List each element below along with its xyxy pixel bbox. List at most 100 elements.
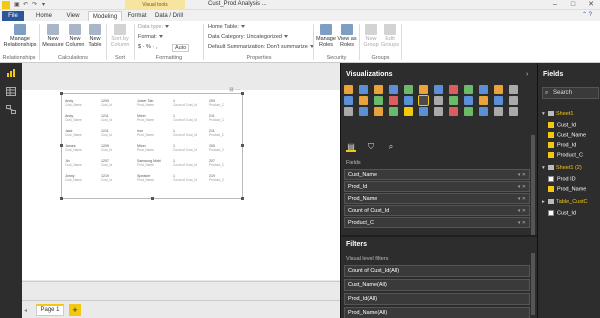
field-checkbox[interactable]: [548, 142, 554, 148]
field-checkbox[interactable]: [548, 132, 554, 138]
save-icon[interactable]: ▣: [14, 1, 20, 8]
visual-type-icon[interactable]: [509, 107, 518, 116]
visual-type-icon[interactable]: [509, 85, 518, 94]
field-well-item[interactable]: Product_C ▾ ✕: [344, 217, 530, 228]
new-table-button[interactable]: New Table: [86, 24, 104, 48]
qa-dropdown-icon[interactable]: ▾: [42, 1, 45, 8]
field-checkbox[interactable]: [548, 122, 554, 128]
tab-file[interactable]: File: [2, 11, 24, 21]
visual-type-icon[interactable]: [434, 96, 443, 105]
tab-view[interactable]: View: [62, 11, 84, 21]
visual-type-icon[interactable]: [404, 107, 413, 116]
format-dropdown[interactable]: Format:: [138, 34, 163, 40]
default-summarization-dropdown[interactable]: Default Summarization: Don't summarize: [208, 44, 314, 50]
field-well-item[interactable]: Cust_Name ▾ ✕: [344, 169, 530, 180]
visual-type-icon[interactable]: [344, 96, 353, 105]
page-tab-1[interactable]: Page 1: [36, 304, 64, 316]
help-chevron-icon[interactable]: ⌃ ?: [582, 11, 592, 18]
visual-type-icon[interactable]: [359, 107, 368, 116]
new-group-button[interactable]: New Group: [362, 24, 380, 48]
visual-type-icon[interactable]: [479, 85, 488, 94]
visual-type-icon[interactable]: [389, 96, 398, 105]
manage-roles-button[interactable]: Manage Roles: [316, 24, 336, 48]
minimize-icon[interactable]: –: [546, 0, 564, 10]
data-view-icon[interactable]: [6, 87, 16, 96]
report-view-icon[interactable]: [6, 69, 16, 78]
maximize-icon[interactable]: □: [564, 0, 582, 10]
visual-type-icon[interactable]: [359, 96, 368, 105]
format-roller-icon[interactable]: ⛉: [366, 142, 376, 152]
field-item[interactable]: Prod_Id: [548, 142, 576, 148]
collapse-chevron-icon[interactable]: ›: [526, 71, 528, 78]
scroll-left-icon[interactable]: ◂: [24, 307, 27, 314]
visual-type-icon[interactable]: [359, 85, 368, 94]
field-item[interactable]: Cust_Id: [548, 122, 576, 128]
remove-field-icon[interactable]: ▾ ✕: [518, 170, 526, 180]
remove-field-icon[interactable]: ▾ ✕: [518, 206, 526, 216]
visual-type-icon[interactable]: [479, 107, 488, 116]
visual-type-icon[interactable]: [434, 85, 443, 94]
visual-type-icon[interactable]: [344, 85, 353, 94]
visual-type-icon[interactable]: [509, 96, 518, 105]
field-checkbox[interactable]: [548, 176, 554, 182]
visual-type-icon[interactable]: [434, 107, 443, 116]
resize-handle[interactable]: [241, 197, 244, 200]
field-item[interactable]: Product_C: [548, 152, 583, 158]
undo-icon[interactable]: ↶: [23, 1, 28, 8]
filter-card[interactable]: Prod_Id(All): [344, 293, 530, 305]
remove-field-icon[interactable]: ▾ ✕: [518, 182, 526, 192]
field-item[interactable]: Cust_Name: [548, 132, 586, 138]
visual-type-icon[interactable]: [494, 96, 503, 105]
fields-well-icon[interactable]: ▤: [346, 142, 356, 152]
visual-type-icon[interactable]: [418, 95, 429, 106]
manage-relationships-button[interactable]: Manage Relationships: [2, 24, 38, 48]
remove-field-icon[interactable]: ▾ ✕: [518, 194, 526, 204]
visual-type-icon[interactable]: [464, 96, 473, 105]
data-category-dropdown[interactable]: Data Category: Uncategorized: [208, 34, 288, 40]
redo-icon[interactable]: ↷: [32, 1, 37, 8]
home-table-dropdown[interactable]: Home Table:: [208, 24, 245, 30]
remove-field-icon[interactable]: ▾ ✕: [518, 218, 526, 228]
filter-card[interactable]: Count of Cust_Id(All): [344, 265, 530, 277]
visual-type-icon[interactable]: [494, 107, 503, 116]
table-node[interactable]: ▾ Sheet1 (2): [542, 165, 582, 171]
tab-home[interactable]: Home: [32, 11, 56, 21]
field-well-item[interactable]: Count of Cust_Id ▾ ✕: [344, 205, 530, 216]
table-node[interactable]: ▾ Sheet1: [542, 111, 573, 117]
field-well-item[interactable]: Prod_Name ▾ ✕: [344, 193, 530, 204]
filter-card[interactable]: Prod_Name(All): [344, 307, 530, 318]
table-node[interactable]: ▸ Table_CustC: [542, 199, 588, 205]
resize-handle[interactable]: [60, 92, 63, 95]
field-well-item[interactable]: Prod_Id ▾ ✕: [344, 181, 530, 192]
visual-type-icon[interactable]: [464, 85, 473, 94]
resize-handle[interactable]: [241, 92, 244, 95]
visual-type-icon[interactable]: [479, 96, 488, 105]
visual-type-icon[interactable]: [374, 96, 383, 105]
visual-type-icon[interactable]: [419, 85, 428, 94]
filter-card[interactable]: Cust_Name(All): [344, 279, 530, 291]
visual-type-icon[interactable]: [404, 96, 413, 105]
new-column-button[interactable]: New Column: [65, 24, 85, 48]
visual-type-icon[interactable]: [404, 85, 413, 94]
visual-type-icon[interactable]: [449, 85, 458, 94]
analytics-magnifier-icon[interactable]: ⌕: [386, 142, 396, 152]
relationships-view-icon[interactable]: [6, 105, 16, 114]
new-measure-button[interactable]: New Measure: [42, 24, 64, 48]
field-item[interactable]: Cust_Id: [548, 210, 576, 216]
sort-by-column-button[interactable]: Sort by Column: [108, 24, 132, 48]
field-checkbox[interactable]: [548, 210, 554, 216]
visual-type-icon[interactable]: [389, 85, 398, 94]
add-page-button[interactable]: +: [69, 304, 81, 316]
visual-type-icon[interactable]: [419, 107, 428, 116]
visual-type-icon[interactable]: [494, 85, 503, 94]
edit-groups-button[interactable]: Edit Groups: [381, 24, 399, 48]
visual-type-icon[interactable]: [344, 107, 353, 116]
resize-handle[interactable]: [60, 197, 63, 200]
decimal-places-auto[interactable]: Auto: [172, 44, 190, 52]
tab-modeling[interactable]: Modeling: [88, 11, 122, 21]
resize-handle[interactable]: [151, 197, 154, 200]
visual-type-icon[interactable]: [464, 107, 473, 116]
tab-data-drill[interactable]: Data / Drill: [153, 11, 185, 21]
visual-type-icon[interactable]: [374, 85, 383, 94]
visual-type-icon[interactable]: [449, 96, 458, 105]
